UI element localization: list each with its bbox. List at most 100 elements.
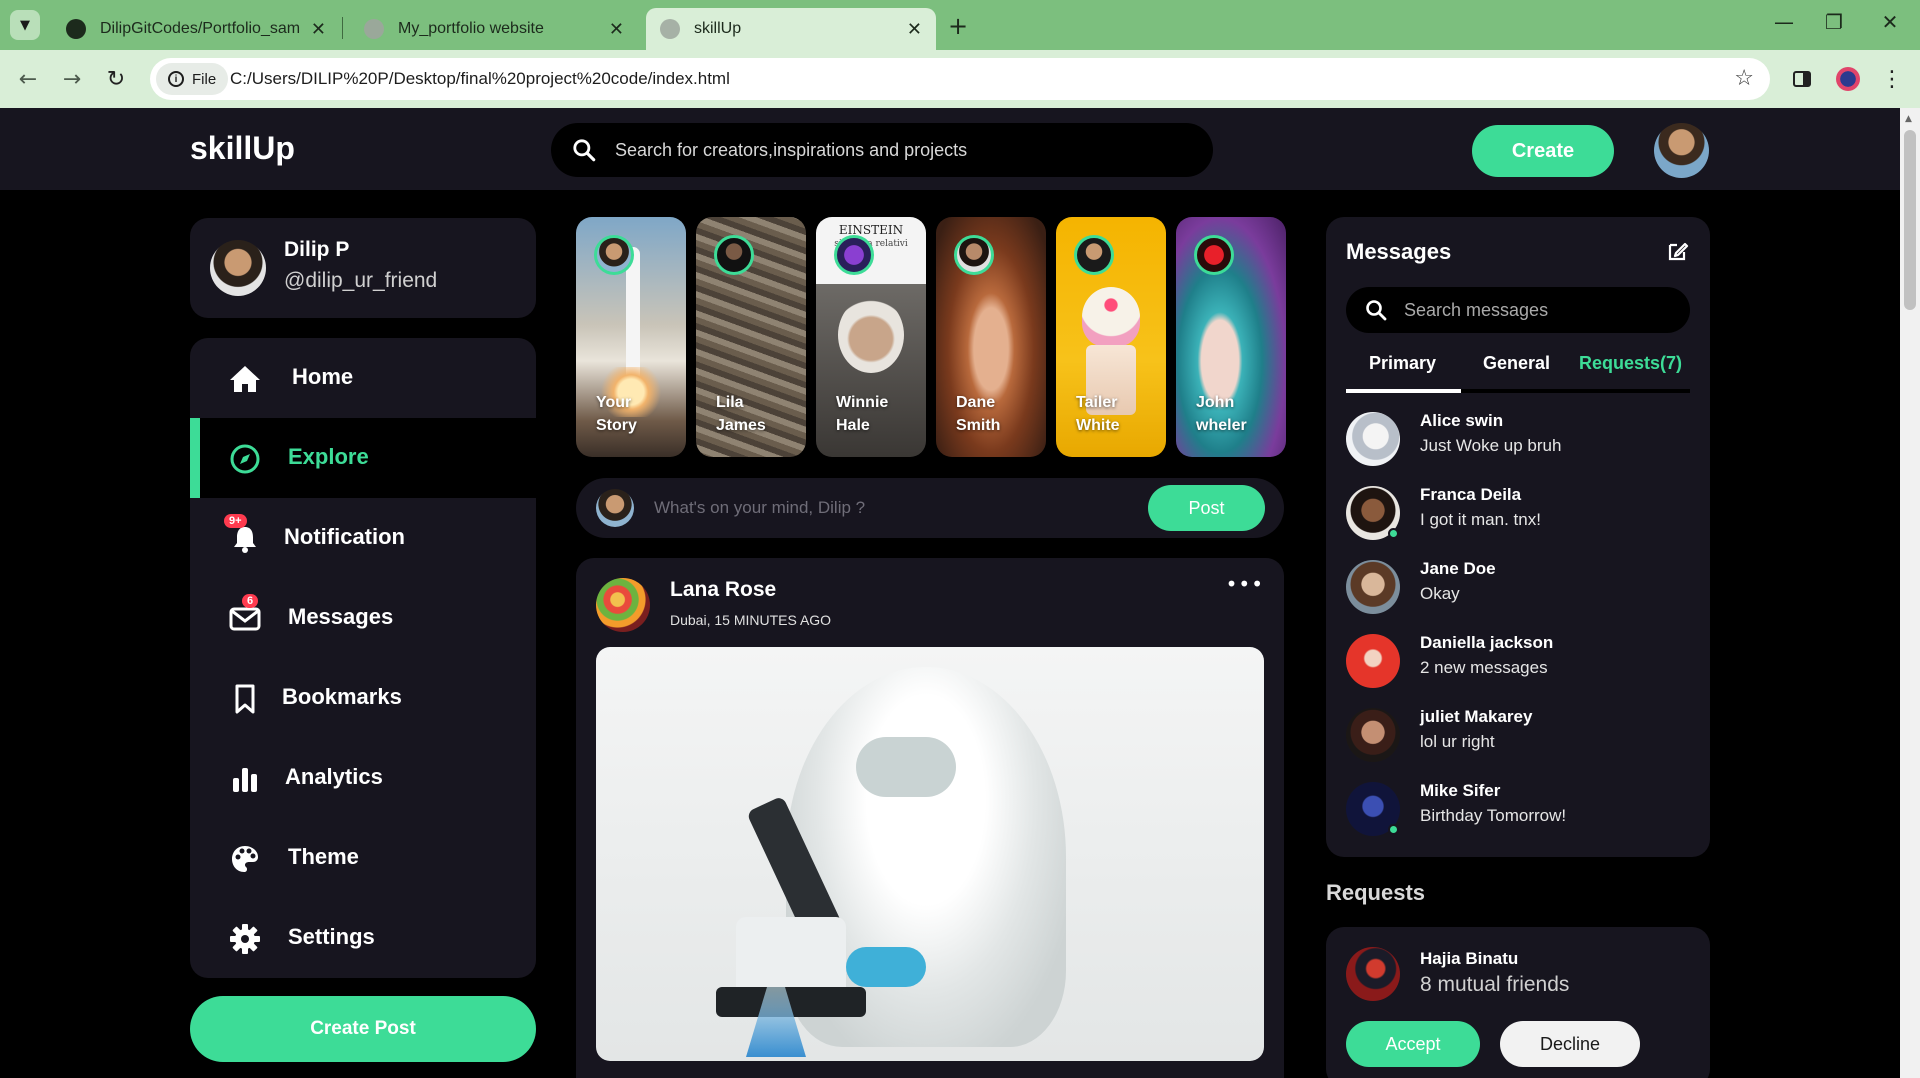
restore-icon[interactable]: ❐ — [1814, 10, 1854, 34]
edit-icon[interactable] — [1666, 239, 1690, 263]
site-info-chip[interactable]: i File — [156, 63, 229, 95]
message-item[interactable]: Alice swin Just Woke up bruh — [1346, 409, 1690, 469]
close-tab-icon[interactable]: ✕ — [907, 19, 922, 40]
story-card[interactable]: EINSTEIN sign ella relativi Winnie Hale — [816, 217, 926, 457]
sidebar-item-theme[interactable]: Theme — [190, 818, 536, 898]
kebab-menu-icon[interactable]: ⋮ — [1876, 63, 1908, 95]
sidebar: Home Explore 9+ Notification 6 Messages — [190, 338, 536, 978]
create-button[interactable]: Create — [1472, 125, 1614, 177]
decline-button[interactable]: Decline — [1500, 1021, 1640, 1067]
story-card[interactable]: Tailer White — [1056, 217, 1166, 457]
sidebar-item-label: Bookmarks — [282, 684, 402, 709]
more-options-icon[interactable]: ••• — [1226, 572, 1264, 596]
browser-tab-skillup[interactable]: skillUp ✕ — [646, 8, 936, 50]
message-sender: Jane Doe — [1420, 559, 1496, 578]
sidebar-item-label: Theme — [288, 844, 359, 869]
tab-divider — [342, 17, 343, 39]
accept-button[interactable]: Accept — [1346, 1021, 1480, 1067]
search-input[interactable] — [615, 133, 1195, 167]
compose-bar: Post — [576, 478, 1284, 538]
sidebar-item-messages[interactable]: 6 Messages — [190, 578, 536, 658]
message-item[interactable]: juliet Makarey lol ur right — [1346, 705, 1690, 765]
scrollbar-thumb[interactable] — [1904, 130, 1916, 310]
back-arrow-icon[interactable]: ← — [12, 63, 44, 95]
story-card[interactable]: Dane Smith — [936, 217, 1046, 457]
bookmark-icon — [228, 682, 262, 716]
post-author[interactable]: Lana Rose — [670, 578, 776, 602]
story-card[interactable]: John wheler — [1176, 217, 1286, 457]
messages-badge: 6 — [242, 594, 259, 608]
chevron-down-icon: ▼ — [20, 17, 30, 33]
reload-icon[interactable]: ↻ — [100, 63, 132, 95]
avatar[interactable] — [1654, 123, 1709, 178]
url-text[interactable]: C:/Users/DILIP%20P/Desktop/final%20proje… — [230, 69, 730, 89]
tab-general[interactable]: General — [1483, 353, 1550, 374]
page-scrollbar[interactable]: ▲ — [1900, 108, 1920, 1078]
message-item[interactable]: Jane Doe Okay — [1346, 557, 1690, 617]
story-name: Tailer White — [1076, 394, 1120, 434]
post-image[interactable] — [596, 647, 1264, 1061]
bookmark-star-icon[interactable]: ☆ — [1734, 66, 1754, 91]
story-card[interactable]: Your Story — [576, 217, 686, 457]
avatar — [594, 235, 634, 275]
profile-card[interactable]: Dilip P @dilip_ur_friend — [190, 218, 536, 318]
close-tab-icon[interactable]: ✕ — [609, 19, 624, 40]
new-tab-button[interactable]: + — [948, 12, 968, 40]
address-bar[interactable]: i File C:/Users/DILIP%20P/Desktop/final%… — [150, 58, 1770, 100]
portrait-graphic — [838, 297, 904, 373]
story-name: Your Story — [596, 394, 637, 434]
close-tab-icon[interactable]: ✕ — [311, 19, 326, 40]
forward-arrow-icon[interactable]: → — [56, 63, 88, 95]
browser-tab-portfolio[interactable]: My_portfolio website ✕ — [350, 8, 638, 50]
request-name[interactable]: Hajia Binatu — [1420, 949, 1518, 969]
message-preview: Birthday Tomorrow! — [1420, 806, 1567, 825]
github-icon — [66, 19, 86, 39]
messages-title: Messages — [1346, 239, 1452, 264]
profile-name: Dilip P — [284, 238, 350, 261]
create-post-button[interactable]: Create Post — [190, 996, 536, 1062]
app-viewport: skillUp Create Dilip P @dilip_ur_friend … — [0, 108, 1900, 1078]
message-sender: Franca Deila — [1420, 485, 1522, 504]
message-item[interactable]: Franca Deila I got it man. tnx! — [1346, 483, 1690, 543]
side-panel-icon[interactable] — [1786, 63, 1818, 95]
avatar[interactable] — [596, 578, 650, 632]
message-item[interactable]: Mike Sifer Birthday Tomorrow! — [1346, 779, 1690, 839]
post-meta: Dubai, 15 MINUTES AGO — [670, 612, 832, 628]
post-button[interactable]: Post — [1148, 485, 1265, 531]
profile-avatar-icon[interactable] — [1832, 63, 1864, 95]
message-item[interactable]: Daniella jackson 2 new messages — [1346, 631, 1690, 691]
tab-search-button[interactable]: ▼ — [10, 10, 40, 40]
message-search-input[interactable] — [1404, 296, 1674, 324]
globe-icon — [660, 19, 680, 39]
story-name: Winnie Hale — [836, 394, 889, 434]
sidebar-item-notification[interactable]: 9+ Notification — [190, 498, 536, 578]
avatar[interactable] — [1346, 947, 1400, 1001]
friend-request-card: Hajia Binatu 8 mutual friends Accept Dec… — [1326, 927, 1710, 1078]
message-search-bar[interactable] — [1346, 287, 1690, 333]
browser-tab-github[interactable]: DilipGitCodes/Portfolio_sample ✕ — [52, 8, 340, 50]
sidebar-item-settings[interactable]: Settings — [190, 898, 536, 978]
close-window-icon[interactable]: ✕ — [1870, 10, 1910, 34]
tab-primary[interactable]: Primary — [1369, 353, 1436, 374]
goggles-graphic — [856, 737, 956, 797]
logo[interactable]: skillUp — [190, 130, 295, 167]
online-indicator — [1388, 824, 1399, 835]
sidebar-item-bookmarks[interactable]: Bookmarks — [190, 658, 536, 738]
sidebar-item-analytics[interactable]: Analytics — [190, 738, 536, 818]
sidebar-item-explore[interactable]: Explore — [190, 418, 536, 498]
avatar — [596, 489, 634, 527]
minimize-icon[interactable]: — — [1764, 10, 1804, 34]
message-preview: Just Woke up bruh — [1420, 436, 1562, 455]
tab-requests[interactable]: Requests(7) — [1579, 353, 1682, 374]
post-input[interactable] — [654, 492, 1124, 524]
profile-handle: @dilip_ur_friend — [284, 269, 438, 292]
avatar — [1346, 708, 1400, 762]
sidebar-item-home[interactable]: Home — [190, 338, 536, 418]
search-icon — [573, 139, 596, 162]
scroll-up-icon[interactable]: ▲ — [1905, 114, 1912, 124]
story-card[interactable]: Lila James — [696, 217, 806, 457]
search-bar[interactable] — [551, 123, 1213, 177]
message-preview: 2 new messages — [1420, 658, 1548, 677]
avatar — [1346, 560, 1400, 614]
online-indicator — [1388, 528, 1399, 539]
